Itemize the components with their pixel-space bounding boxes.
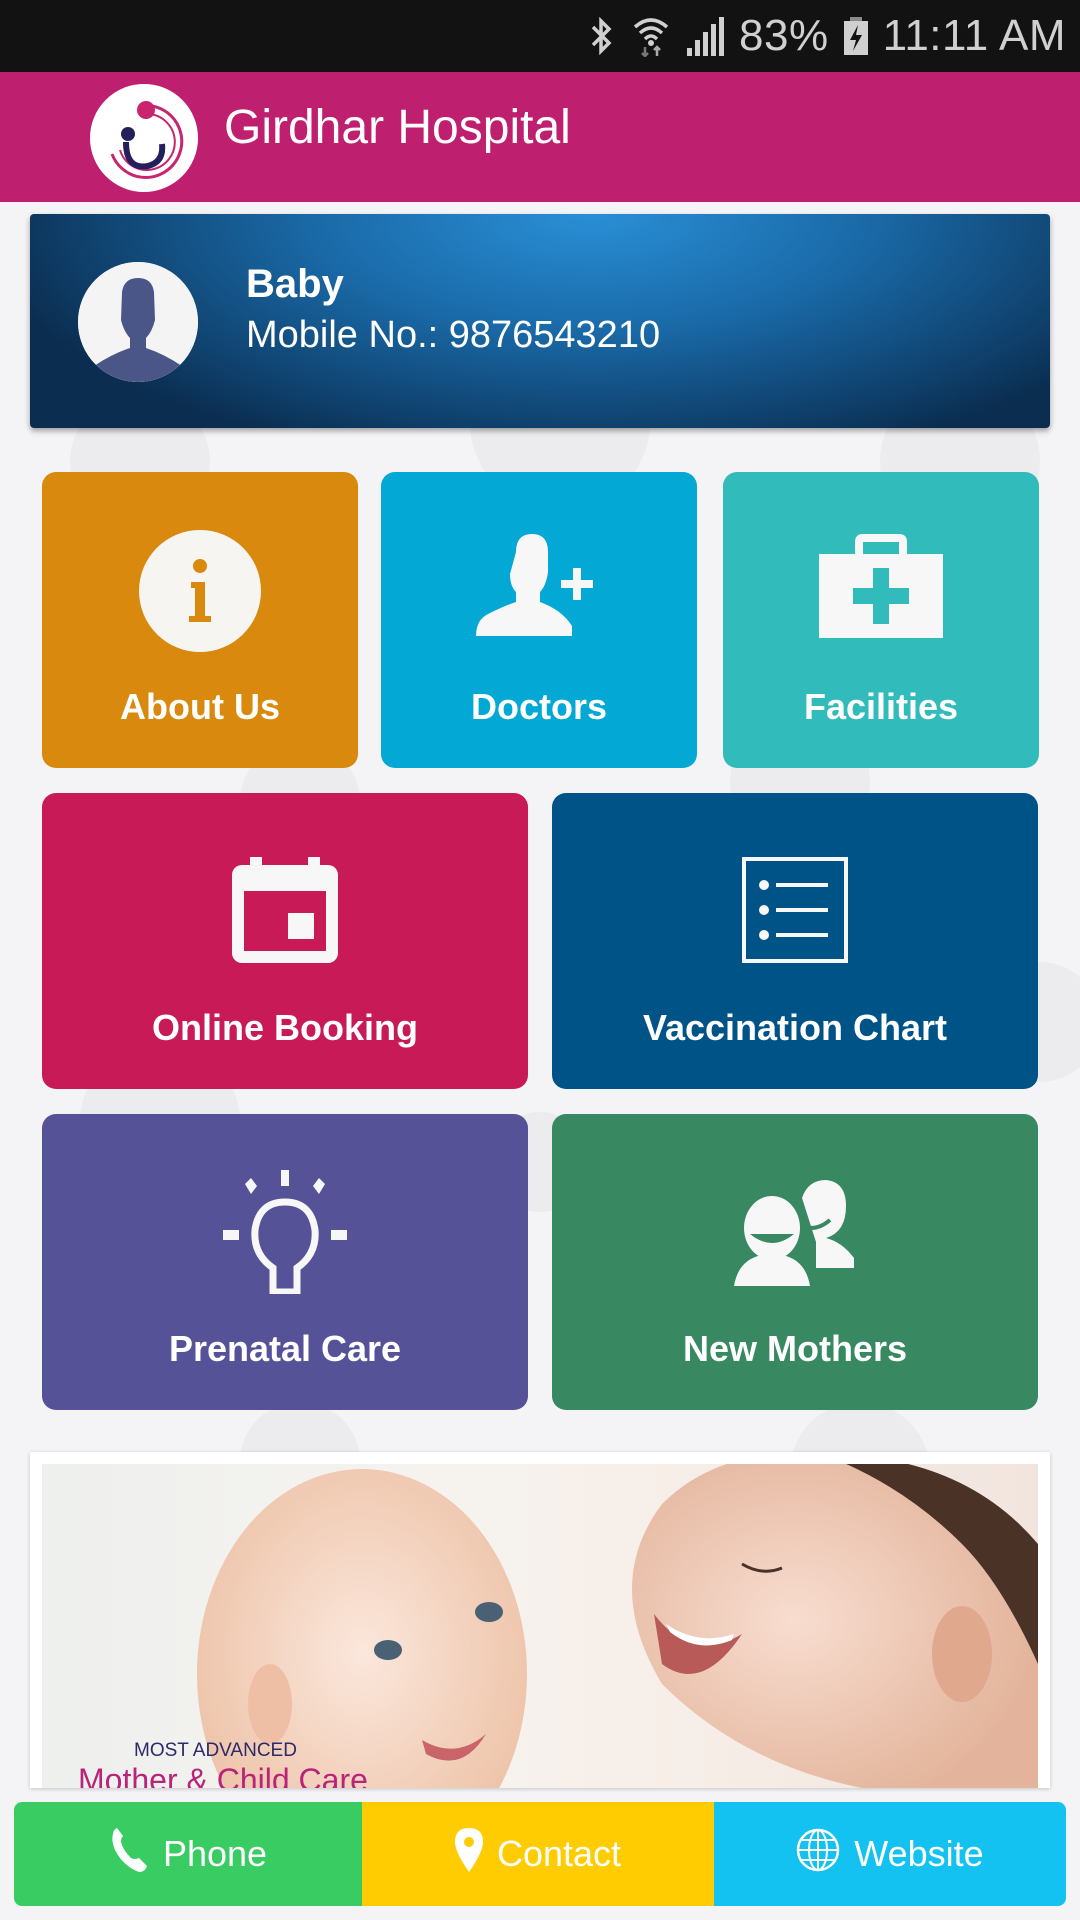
bottom-action-bar: Phone Contact Website [14, 1802, 1066, 1906]
globe-icon [796, 1828, 840, 1881]
profile-mobile: Mobile No.: 9876543210 [246, 314, 661, 356]
battery-percent: 83% [739, 11, 829, 60]
tile-label: New Mothers [682, 1328, 908, 1369]
tile-label: Doctors [470, 686, 608, 727]
lightbulb-icon [223, 1170, 347, 1299]
tile-label: Online Booking [152, 1007, 418, 1048]
avatar [78, 262, 198, 382]
hospital-logo [90, 84, 198, 192]
phone-button[interactable]: Phone [14, 1802, 362, 1906]
tile-vaccination-chart[interactable]: Vaccination Chart [552, 793, 1038, 1089]
tile-online-booking[interactable]: Online Booking [42, 793, 528, 1089]
tile-about-us[interactable]: About Us [42, 472, 358, 768]
banner-subtitle: MOST ADVANCED [134, 1740, 297, 1761]
tile-prenatal-care[interactable]: Prenatal Care [42, 1114, 528, 1410]
phone-icon [109, 1827, 149, 1881]
mother-child-photo: MOST ADVANCED Mother & Child Care [42, 1464, 1038, 1788]
clock: 11:11 AM [882, 11, 1066, 60]
contact-button[interactable]: Contact [362, 1802, 714, 1906]
signal-icon [685, 16, 725, 56]
bluetooth-icon [587, 16, 617, 56]
tile-label: Prenatal Care [168, 1328, 402, 1369]
users-icon [734, 1180, 856, 1291]
website-button[interactable]: Website [714, 1802, 1066, 1906]
promo-banner[interactable]: MOST ADVANCED Mother & Child Care [30, 1452, 1050, 1788]
profile-name: Baby [246, 262, 344, 306]
list-icon [742, 857, 848, 968]
banner-title: Mother & Child Care [78, 1762, 368, 1788]
battery-charging-icon [843, 16, 869, 56]
tile-facilities[interactable]: Facilities [723, 472, 1039, 768]
app-title: Girdhar Hospital [224, 101, 571, 154]
tile-new-mothers[interactable]: New Mothers [552, 1114, 1038, 1410]
tile-label: Vaccination Chart [642, 1007, 948, 1048]
tile-label: About Us [120, 686, 280, 727]
website-label: Website [854, 1833, 984, 1874]
calendar-icon [232, 857, 338, 968]
app-header: Girdhar Hospital [0, 72, 1080, 202]
location-pin-icon [454, 1827, 483, 1881]
wifi-icon [631, 15, 671, 57]
status-bar: 83% 11:11 AM [0, 0, 1080, 72]
contact-label: Contact [496, 1833, 622, 1874]
phone-label: Phone [162, 1833, 268, 1874]
info-icon [139, 530, 261, 657]
tile-label: Facilities [803, 686, 959, 727]
medical-kit-icon [819, 530, 943, 645]
add-user-icon [476, 530, 602, 645]
profile-card[interactable]: Baby Mobile No.: 9876543210 [30, 214, 1050, 428]
tile-doctors[interactable]: Doctors [381, 472, 697, 768]
